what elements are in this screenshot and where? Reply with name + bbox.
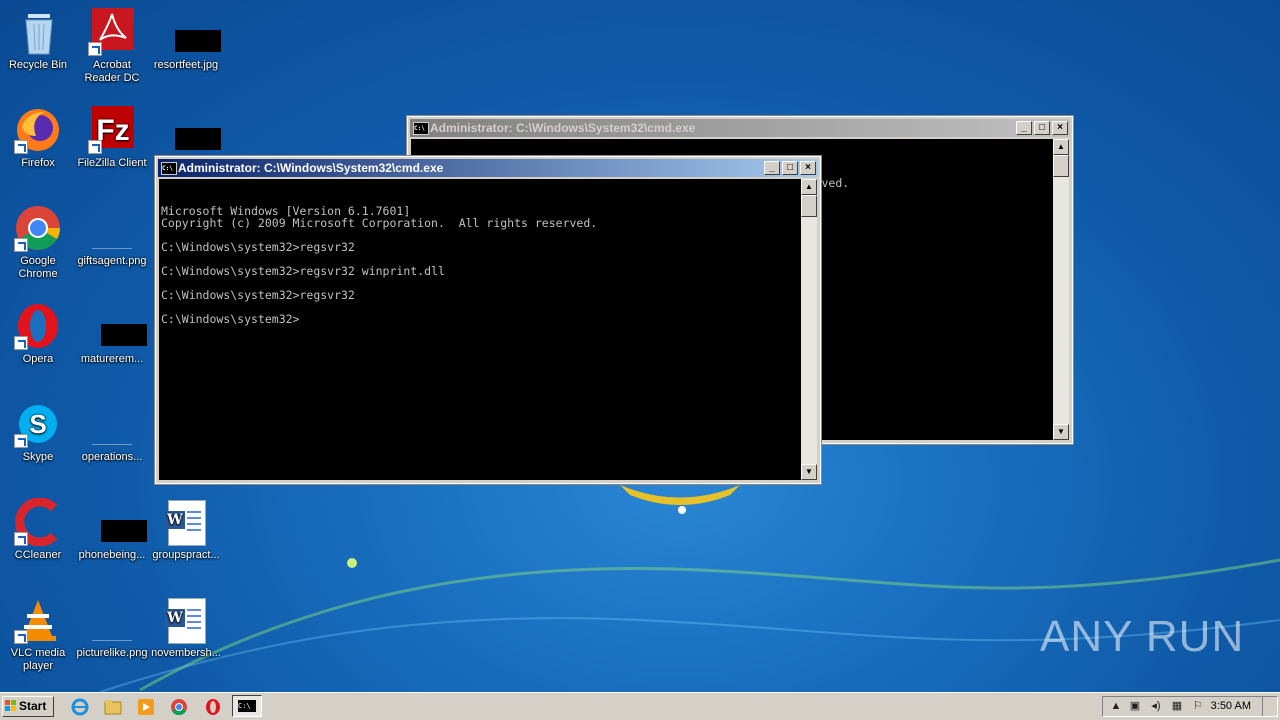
clock[interactable]: 3:50 AM [1211, 697, 1251, 716]
groupspract-icon[interactable]: W groupspract... [148, 498, 224, 562]
acrobat-reader-dc-icon[interactable]: Acrobat Reader DC [74, 8, 150, 85]
cmd-icon: C:\ [161, 162, 177, 175]
vertical-scrollbar[interactable]: ▲ ▼ [801, 179, 817, 480]
scroll-thumb[interactable] [1053, 155, 1069, 177]
minimize-button[interactable]: _ [1016, 121, 1032, 135]
vlc-media-player-icon[interactable]: VLC media player [0, 596, 76, 673]
vertical-scrollbar[interactable]: ▲ ▼ [1053, 139, 1069, 440]
icon-label: CCleaner [14, 549, 62, 561]
cmd-window-front[interactable]: C:\ Administrator: C:\Windows\System32\c… [154, 155, 822, 485]
skype-icon[interactable]: S Skype [0, 400, 76, 464]
icon-label: novembersh... [151, 647, 221, 659]
maximize-button[interactable]: □ [1034, 121, 1050, 135]
taskbar: Start C:\ ▲ ▣ ◂) ▦ ⚐ 3:50 AM [0, 692, 1280, 720]
novembersh-icon[interactable]: W novembersh... [148, 596, 224, 660]
chrome-icon[interactable] [169, 697, 189, 717]
icon-label: Firefox [21, 157, 55, 169]
filezilla-client-icon[interactable]: Fz FileZilla Client [74, 106, 150, 170]
action-center-icon[interactable]: ▣ [1128, 700, 1142, 713]
ccleaner-icon[interactable]: CCleaner [0, 498, 76, 562]
icon-label: Acrobat Reader DC [84, 59, 140, 84]
console-line: Copyright (c) 2009 Microsoft Corporation… [161, 216, 598, 230]
scroll-up-arrow[interactable]: ▲ [801, 179, 817, 195]
console-line: C:\Windows\system32>regsvr32 [161, 240, 355, 254]
console-line: C:\Windows\system32>regsvr32 winprint.dl… [161, 264, 445, 278]
title-bar[interactable]: C:\ Administrator: C:\Windows\System32\c… [410, 119, 1070, 137]
scroll-down-arrow[interactable]: ▼ [1053, 424, 1069, 440]
icon-label: VLC media player [10, 647, 66, 672]
icon-label: maturerem... [80, 353, 144, 365]
recycle-bin-icon[interactable]: Recycle Bin [0, 8, 76, 72]
show-desktop-button[interactable] [1262, 697, 1277, 716]
maturerem-icon[interactable]: maturerem... [74, 302, 150, 366]
firefox-icon[interactable]: Firefox [0, 106, 76, 170]
google-chrome-icon[interactable]: Google Chrome [0, 204, 76, 281]
icon-label: picturelike.png [76, 647, 148, 659]
icon-label: resortfeet.jpg [153, 59, 219, 71]
explorer-icon[interactable] [103, 697, 123, 717]
icon-label: giftsagent.png [77, 255, 147, 267]
cmd-icon: C:\ [238, 700, 256, 712]
window-title: Administrator: C:\Windows\System32\cmd.e… [178, 161, 444, 175]
console-lines: Microsoft Windows [Version 6.1.7601]Copy… [161, 205, 801, 325]
svg-text:S: S [29, 409, 46, 439]
icon-label: groupspract... [152, 549, 220, 561]
desktop: Recycle Bin Firefox Google Chrome Opera … [0, 0, 1280, 692]
icon-label: FileZilla Client [77, 157, 147, 169]
picturelike-png-icon[interactable]: picturelike.png [74, 596, 150, 660]
title-bar[interactable]: C:\ Administrator: C:\Windows\System32\c… [158, 159, 818, 177]
system-tray: ▲ ▣ ◂) ▦ ⚐ 3:50 AM [1102, 696, 1278, 717]
scroll-up-arrow[interactable]: ▲ [1053, 139, 1069, 155]
icon-label: phonebeing... [78, 549, 146, 561]
show-hidden-icons-icon[interactable]: ▲ [1109, 700, 1123, 713]
operations-icon[interactable]: operations... [74, 400, 150, 464]
close-button[interactable]: × [1052, 121, 1068, 135]
start-label: Start [19, 699, 47, 713]
console-line: C:\Windows\system32>regsvr32 [161, 288, 355, 302]
console-line: C:\Windows\system32> [161, 312, 300, 326]
icon-label: operations... [81, 451, 143, 463]
maximize-button[interactable]: □ [782, 161, 798, 175]
cmd-icon: C:\ [413, 122, 429, 135]
opera-icon[interactable]: Opera [0, 302, 76, 366]
close-button[interactable]: × [800, 161, 816, 175]
anyrun-watermark: ANY RUN [1040, 612, 1245, 661]
opera-icon[interactable] [203, 697, 223, 717]
icon-label: Google Chrome [18, 255, 58, 280]
internet-explorer-icon[interactable] [70, 697, 90, 717]
taskbar-cmd-button[interactable]: C:\ [232, 695, 262, 717]
scroll-down-arrow[interactable]: ▼ [801, 464, 817, 480]
media-player-icon[interactable] [136, 697, 156, 717]
resortfeet-jpg-icon[interactable]: resortfeet.jpg [148, 8, 224, 72]
network-icon[interactable]: ▦ [1170, 700, 1184, 713]
icon-label: Opera [22, 353, 54, 365]
volume-icon[interactable]: ◂) [1149, 700, 1163, 713]
minimize-button[interactable]: _ [764, 161, 780, 175]
flag-icon[interactable]: ⚐ [1191, 700, 1205, 713]
window-title: Administrator: C:\Windows\System32\cmd.e… [430, 121, 696, 135]
start-button[interactable]: Start [2, 696, 54, 717]
console-output[interactable]: Microsoft Windows [Version 6.1.7601]Copy… [159, 179, 801, 480]
windows-flag-icon [5, 700, 16, 711]
icon-label: Recycle Bin [8, 59, 68, 71]
phonebeing-icon[interactable]: phonebeing... [74, 498, 150, 562]
giftsagent-png-icon[interactable]: giftsagent.png [74, 204, 150, 268]
scroll-thumb[interactable] [801, 195, 817, 217]
icon-label: Skype [22, 451, 54, 463]
